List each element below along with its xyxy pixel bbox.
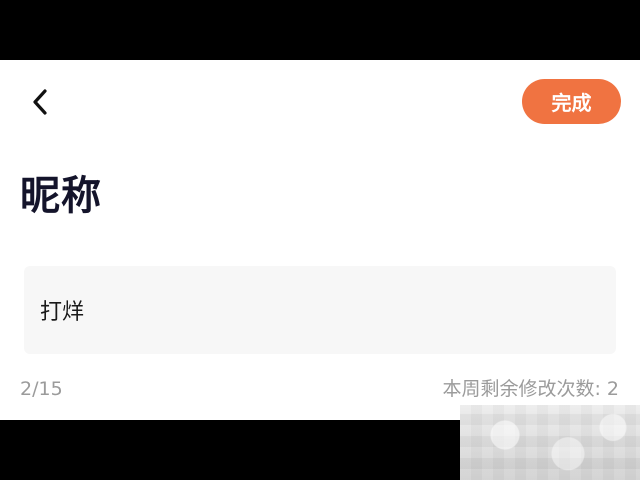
nickname-edit-screen: 完成 昵称 2/15 本周剩余修改次数: 2 <box>0 60 640 420</box>
blurred-watermark <box>460 405 640 480</box>
nickname-input[interactable] <box>24 266 616 354</box>
done-button[interactable]: 完成 <box>522 79 621 124</box>
chevron-left-icon <box>33 89 47 115</box>
remaining-changes-label: 本周剩余修改次数: 2 <box>442 378 619 400</box>
letterbox-top <box>0 0 640 60</box>
back-button[interactable] <box>22 84 58 120</box>
char-counter: 2/15 <box>20 378 63 400</box>
page-title: 昵称 <box>20 173 102 219</box>
